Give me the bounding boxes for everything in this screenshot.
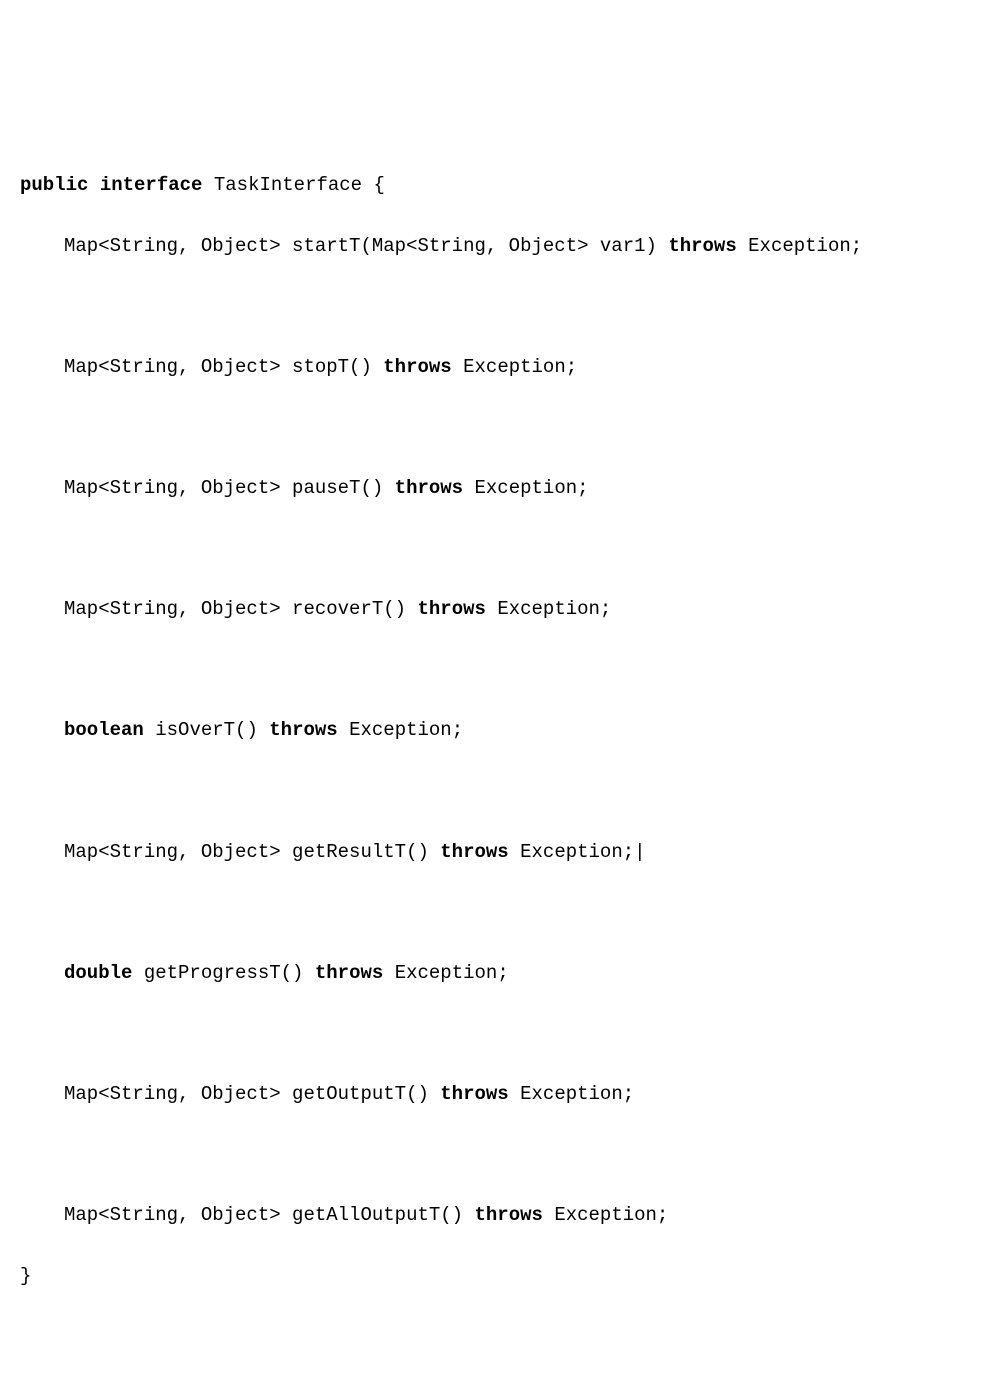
blank-line xyxy=(20,534,980,564)
code-line-5: Map<String, Object> recoverT() throws Ex… xyxy=(20,594,980,624)
method-signature: recoverT() xyxy=(292,598,406,620)
blank-line xyxy=(20,655,980,685)
return-type: Map<String, Object> xyxy=(64,598,281,620)
blank-line xyxy=(20,1019,980,1049)
code-line-8: double getProgressT() throws Exception; xyxy=(20,958,980,988)
keyword-throws: throws xyxy=(315,962,383,984)
code-line-1: public interface TaskInterface { xyxy=(20,170,980,200)
method-signature: pauseT() xyxy=(292,477,383,499)
exception: Exception; xyxy=(748,235,862,257)
keyword-throws: throws xyxy=(417,598,485,620)
exception: Exception; xyxy=(520,1083,634,1105)
keyword-throws: throws xyxy=(474,1204,542,1226)
text-cursor: | xyxy=(634,841,645,863)
exception: Exception; xyxy=(497,598,611,620)
blank-line xyxy=(20,1140,980,1170)
method-signature: getResultT() xyxy=(292,841,429,863)
method-signature: startT(Map<String, Object> var1) xyxy=(292,235,657,257)
code-line-close: } xyxy=(20,1261,980,1291)
keyword-throws: throws xyxy=(395,477,463,499)
interface-name: TaskInterface xyxy=(214,174,362,196)
method-signature: stopT() xyxy=(292,356,372,378)
keyword-throws: throws xyxy=(668,235,736,257)
keyword-throws: throws xyxy=(440,1083,508,1105)
code-block: public interface TaskInterface { Map<Str… xyxy=(20,140,980,1322)
code-line-2: Map<String, Object> startT(Map<String, O… xyxy=(20,231,980,261)
keyword-throws: throws xyxy=(383,356,451,378)
method-signature: getProgressT() xyxy=(144,962,304,984)
code-line-6: boolean isOverT() throws Exception; xyxy=(20,715,980,745)
return-type: Map<String, Object> xyxy=(64,1204,281,1226)
keyword-boolean: boolean xyxy=(64,719,144,741)
exception: Exception; xyxy=(520,841,634,863)
keyword-double: double xyxy=(64,962,132,984)
code-line-10: Map<String, Object> getAllOutputT() thro… xyxy=(20,1200,980,1230)
exception: Exception; xyxy=(463,356,577,378)
keyword-public: public xyxy=(20,174,88,196)
keyword-throws: throws xyxy=(440,841,508,863)
return-type: Map<String, Object> xyxy=(64,356,281,378)
exception: Exception; xyxy=(475,477,589,499)
code-line-3: Map<String, Object> stopT() throws Excep… xyxy=(20,352,980,382)
exception: Exception; xyxy=(395,962,509,984)
open-brace: { xyxy=(374,174,385,196)
keyword-interface: interface xyxy=(100,174,203,196)
close-brace: } xyxy=(20,1265,31,1287)
code-line-9: Map<String, Object> getOutputT() throws … xyxy=(20,1079,980,1109)
blank-line xyxy=(20,776,980,806)
method-signature: getAllOutputT() xyxy=(292,1204,463,1226)
return-type: Map<String, Object> xyxy=(64,477,281,499)
return-type: Map<String, Object> xyxy=(64,841,281,863)
code-line-4: Map<String, Object> pauseT() throws Exce… xyxy=(20,473,980,503)
return-type: Map<String, Object> xyxy=(64,1083,281,1105)
blank-line xyxy=(20,292,980,322)
code-line-7: Map<String, Object> getResultT() throws … xyxy=(20,837,980,867)
method-signature: getOutputT() xyxy=(292,1083,429,1105)
return-type: Map<String, Object> xyxy=(64,235,281,257)
exception: Exception; xyxy=(554,1204,668,1226)
exception: Exception; xyxy=(349,719,463,741)
method-signature: isOverT() xyxy=(155,719,258,741)
blank-line xyxy=(20,413,980,443)
blank-line xyxy=(20,897,980,927)
keyword-throws: throws xyxy=(269,719,337,741)
